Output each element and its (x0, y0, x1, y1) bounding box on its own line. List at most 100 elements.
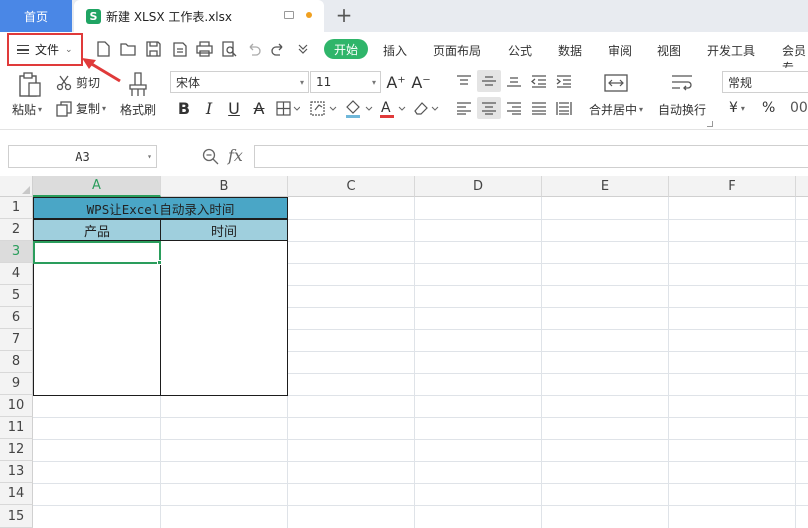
column-header-d[interactable]: D (415, 176, 542, 197)
fill-handle[interactable] (157, 260, 162, 265)
table-cell[interactable] (33, 373, 161, 396)
column-header-e[interactable]: E (542, 176, 669, 197)
align-top-icon[interactable] (456, 74, 472, 88)
row-header-14[interactable]: 14 (0, 483, 33, 505)
format-painter-icon[interactable] (127, 72, 149, 98)
row-header-13[interactable]: 13 (0, 461, 33, 483)
home-tab[interactable]: 首页 (0, 0, 72, 32)
tab-start[interactable]: 开始 (324, 39, 368, 59)
print-icon[interactable] (196, 41, 213, 57)
table-cell[interactable] (160, 329, 288, 352)
column-header-a[interactable]: A (33, 176, 161, 197)
row-header-3[interactable]: 3 (0, 241, 33, 263)
monitor-icon[interactable] (284, 11, 294, 19)
save-icon[interactable] (146, 41, 161, 57)
font-color-icon[interactable]: A (379, 99, 407, 119)
percent-button[interactable]: % (762, 100, 775, 116)
table-cell[interactable] (160, 307, 288, 330)
document-tab[interactable]: S 新建 XLSX 工作表.xlsx (74, 0, 324, 32)
table-cell[interactable] (33, 263, 161, 286)
formula-input[interactable] (254, 145, 808, 168)
row-header-9[interactable]: 9 (0, 373, 33, 395)
row-header-8[interactable]: 8 (0, 351, 33, 373)
header-cell-product[interactable]: 产品 (33, 219, 161, 241)
distributed-align-icon[interactable] (556, 101, 572, 115)
row-header-10[interactable]: 10 (0, 395, 33, 417)
insert-function-icon[interactable]: fx (228, 146, 243, 165)
bold-icon[interactable]: B (175, 98, 193, 118)
currency-button[interactable]: ¥ ▾ (729, 100, 745, 116)
number-format-select[interactable]: 常规 (722, 71, 808, 93)
tab-review[interactable]: 审阅 (608, 42, 632, 59)
tab-data[interactable]: 数据 (558, 42, 582, 59)
align-middle-icon[interactable] (481, 74, 497, 88)
table-cell[interactable] (33, 351, 161, 374)
column-header-f[interactable]: F (669, 176, 796, 197)
title-cell-a1[interactable]: WPS让Excel自动录入时间 (33, 197, 288, 219)
tab-insert[interactable]: 插入 (383, 42, 407, 59)
row-header-7[interactable]: 7 (0, 329, 33, 351)
row-header-15[interactable]: 15 (0, 505, 33, 528)
row-header-11[interactable]: 11 (0, 417, 33, 439)
row-header-6[interactable]: 6 (0, 307, 33, 329)
fill-color-icon[interactable] (344, 99, 374, 119)
table-cell[interactable] (160, 285, 288, 308)
redo-icon[interactable] (271, 42, 286, 56)
table-cell[interactable] (33, 285, 161, 308)
export-pdf-icon[interactable] (172, 41, 188, 57)
increase-indent-icon[interactable] (556, 74, 572, 88)
italic-icon[interactable]: I (200, 98, 218, 118)
wrap-text-icon[interactable] (670, 73, 694, 93)
font-name-select[interactable]: 宋体 ▾ (170, 71, 309, 93)
alignment-dialog-launcher-icon[interactable] (707, 121, 713, 127)
align-right-icon[interactable] (506, 101, 522, 115)
clear-format-icon[interactable] (412, 99, 440, 119)
table-cell[interactable] (33, 329, 161, 352)
decrease-font-icon[interactable]: A⁻ (411, 72, 430, 92)
copy-button[interactable]: 复制 ▾ (56, 100, 106, 117)
tab-developer[interactable]: 开发工具 (707, 42, 755, 59)
justify-icon[interactable] (531, 101, 547, 115)
table-cell[interactable] (160, 241, 288, 264)
table-cell[interactable] (33, 307, 161, 330)
table-cell[interactable] (160, 373, 288, 396)
wrap-text-button[interactable]: 自动换行 (658, 101, 706, 118)
row-header-12[interactable]: 12 (0, 439, 33, 461)
select-all-corner[interactable] (0, 176, 33, 197)
table-cell[interactable] (160, 351, 288, 374)
tab-page-layout[interactable]: 页面布局 (433, 42, 481, 59)
new-tab-button[interactable]: + (334, 3, 354, 27)
file-menu-button[interactable]: 文件 ⌄ (7, 33, 83, 66)
format-painter-button[interactable]: 格式刷 (120, 101, 156, 118)
paste-icon[interactable] (18, 72, 42, 98)
row-header-4[interactable]: 4 (0, 263, 33, 285)
merge-center-button[interactable]: 合并居中 ▾ (589, 101, 643, 118)
merge-center-icon[interactable] (604, 73, 628, 93)
increase-font-icon[interactable]: A⁺ (386, 72, 405, 92)
zoom-search-icon[interactable] (202, 148, 220, 166)
row-header-5[interactable]: 5 (0, 285, 33, 307)
header-cell-time[interactable]: 时间 (160, 219, 288, 241)
column-header-c[interactable]: C (288, 176, 415, 197)
tab-view[interactable]: 视图 (657, 42, 681, 59)
cell-style-icon[interactable] (310, 101, 338, 117)
font-size-select[interactable]: 11 ▾ (310, 71, 381, 93)
undo-icon[interactable] (246, 42, 261, 56)
comma-style-button[interactable]: 000 (790, 100, 808, 116)
borders-icon[interactable] (276, 101, 300, 117)
table-cell[interactable] (160, 263, 288, 286)
row-header-1[interactable]: 1 (0, 197, 33, 219)
decrease-indent-icon[interactable] (531, 74, 547, 88)
column-header-g[interactable] (796, 176, 808, 197)
paste-button[interactable]: 粘贴 ▾ (12, 101, 42, 118)
column-header-b[interactable]: B (161, 176, 288, 197)
tab-formulas[interactable]: 公式 (508, 42, 532, 59)
align-bottom-icon[interactable] (506, 74, 522, 88)
row-header-2[interactable]: 2 (0, 219, 33, 241)
print-preview-icon[interactable] (221, 41, 237, 57)
active-cell-selection[interactable] (33, 241, 161, 264)
underline-icon[interactable]: U (225, 98, 243, 118)
customize-toolbar-icon[interactable] (298, 44, 309, 54)
align-center-icon[interactable] (481, 101, 497, 115)
align-left-icon[interactable] (456, 101, 472, 115)
